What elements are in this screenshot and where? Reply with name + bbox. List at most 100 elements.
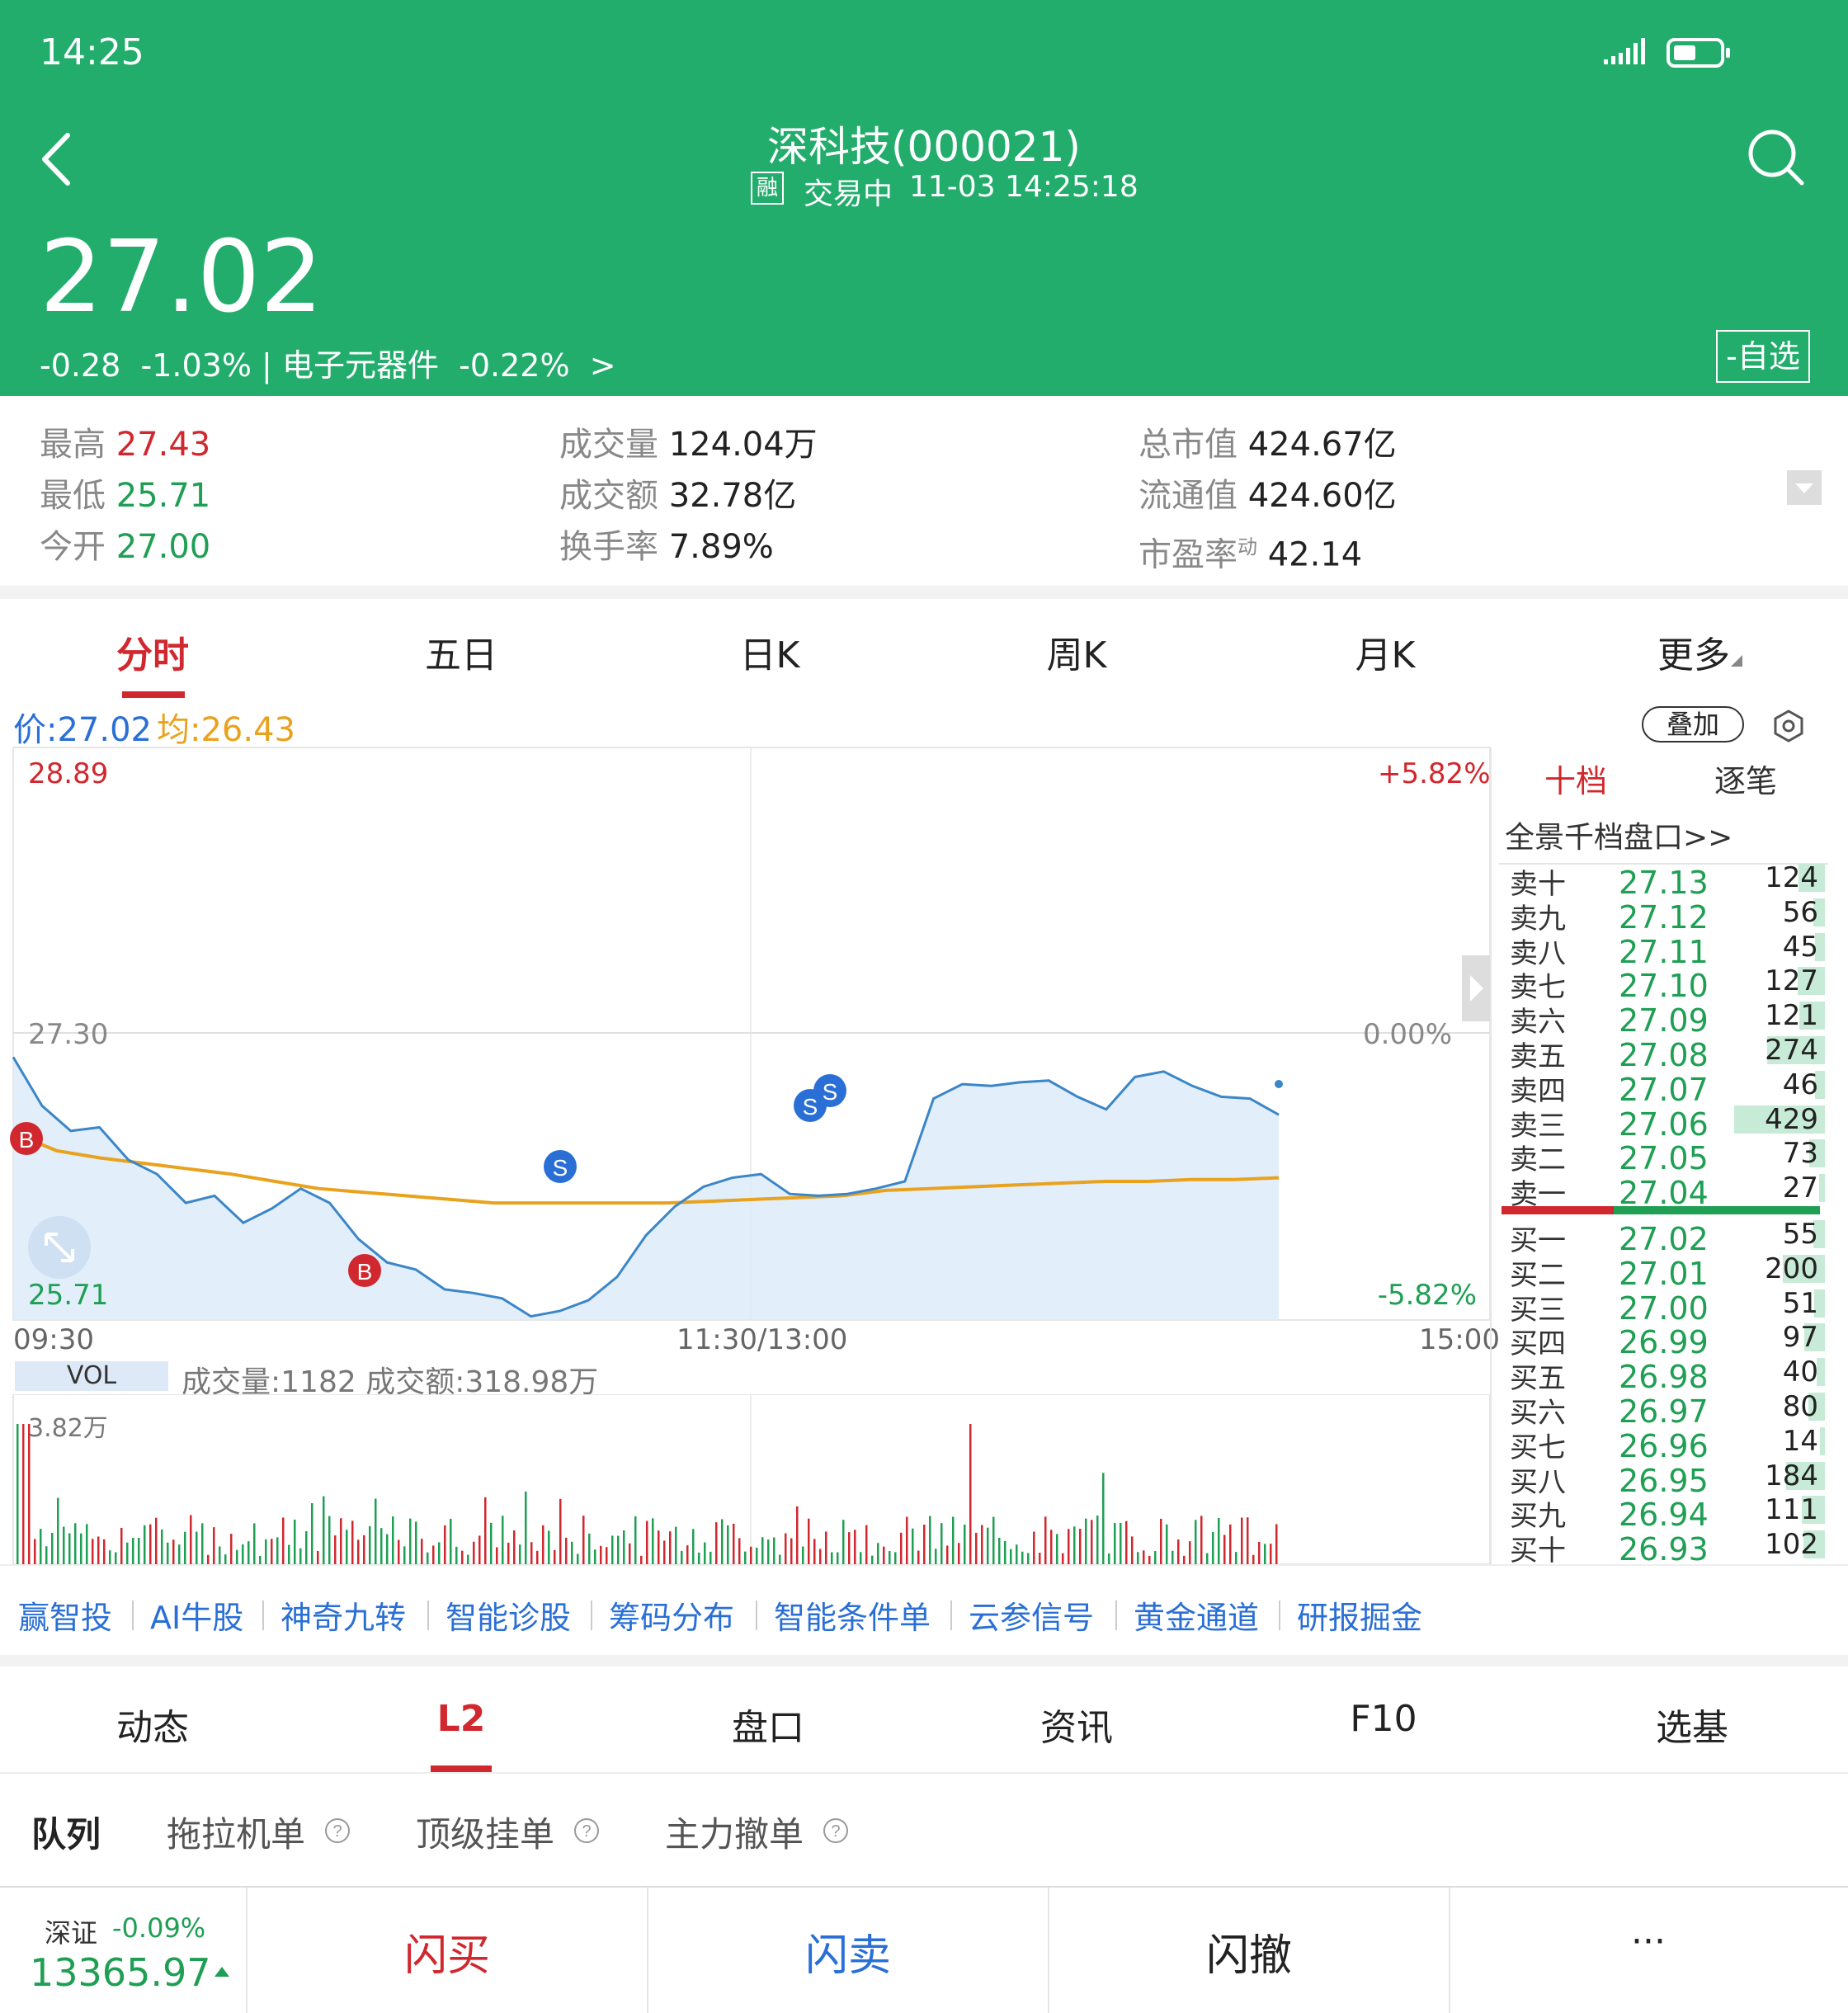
tab-l2[interactable]: L2 (375, 1698, 548, 1740)
flash-buy-button[interactable]: 闪买 (248, 1921, 647, 1982)
vol-tab[interactable]: VOL (15, 1361, 168, 1391)
tab-month-k[interactable]: 月K (1332, 625, 1439, 678)
volume-bar (282, 1517, 285, 1564)
volume-bar (271, 1539, 273, 1564)
tool-link[interactable]: 研报掘金 (1297, 1592, 1422, 1638)
ask-row[interactable]: 卖十 27.13 124 (1500, 861, 1835, 901)
subtab-queue[interactable]: 队列 (31, 1807, 101, 1857)
open-value: 27.00 (116, 528, 211, 566)
volume-bar (611, 1535, 614, 1564)
expand-icon[interactable] (1787, 470, 1822, 505)
volume-bar (478, 1535, 481, 1564)
tab-intraday[interactable]: 分时 (99, 625, 206, 678)
bid-row[interactable]: 买五 26.98 40 (1500, 1355, 1835, 1395)
volume-bar (889, 1551, 891, 1564)
volume-bar (409, 1518, 412, 1564)
sell-marker[interactable]: S (813, 1074, 846, 1107)
flash-cancel-button[interactable]: 闪撤 (1049, 1921, 1449, 1982)
tool-link[interactable]: 筹码分布 (609, 1592, 734, 1638)
help-icon[interactable]: ? (323, 1817, 351, 1845)
bid-row[interactable]: 买三 27.00 51 (1500, 1287, 1835, 1327)
sell-marker[interactable]: S (544, 1150, 577, 1183)
buy-marker[interactable]: B (10, 1122, 43, 1155)
volume-bar (236, 1549, 238, 1564)
orderbook-divider (1490, 747, 1492, 1564)
volume-bar (92, 1539, 94, 1564)
tab-more[interactable]: 更多 (1640, 625, 1747, 678)
pct-max-label: +5.82% (1378, 757, 1491, 790)
tool-link[interactable]: 黄金通道 (1134, 1592, 1259, 1638)
ask-row[interactable]: 卖五 27.08 274 (1500, 1034, 1835, 1073)
volume-bar (981, 1525, 983, 1564)
fullscreen-icon[interactable] (28, 1216, 91, 1279)
collapse-arrow-icon[interactable] (1462, 955, 1490, 1021)
help-icon[interactable]: ? (822, 1817, 850, 1845)
tab-indicator (122, 691, 185, 698)
tool-link[interactable]: 云参信号 (969, 1592, 1094, 1638)
buy-marker[interactable]: B (348, 1254, 381, 1287)
tab-tick-by-tick[interactable]: 逐笔 (1714, 756, 1777, 801)
volume-bar (34, 1539, 36, 1564)
bid-row[interactable]: 买一 27.02 55 (1500, 1218, 1835, 1257)
tool-link[interactable]: AI牛股 (150, 1592, 243, 1638)
tab-f10[interactable]: F10 (1297, 1698, 1470, 1740)
subtab-top-orders[interactable]: 顶级挂单 (416, 1807, 554, 1857)
volume-bar (1154, 1551, 1157, 1564)
tool-link[interactable]: 智能条件单 (774, 1592, 931, 1638)
watchlist-button[interactable]: -自选 (1716, 330, 1810, 383)
volume-bar (1091, 1520, 1093, 1564)
volume-bar (1131, 1536, 1134, 1564)
flash-sell-button[interactable]: 闪卖 (648, 1921, 1048, 1982)
ask-row[interactable]: 卖二 27.05 73 (1500, 1137, 1835, 1176)
help-icon[interactable]: ? (573, 1817, 601, 1845)
volume-bar (248, 1541, 250, 1564)
tool-link[interactable]: 赢智投 (18, 1592, 112, 1638)
detail-tabs: 动态 L2 盘口 资讯 F10 选基 (0, 1666, 1848, 1774)
bid-row[interactable]: 买六 26.97 80 (1500, 1390, 1835, 1430)
tab-fund-select[interactable]: 选基 (1605, 1698, 1779, 1751)
volume-bar (652, 1518, 654, 1564)
search-icon[interactable] (1747, 129, 1807, 188)
high-value: 27.43 (116, 426, 211, 464)
ask-row[interactable]: 卖七 27.10 127 (1500, 964, 1835, 1004)
bid-row[interactable]: 买九 26.94 111 (1500, 1493, 1835, 1533)
full-depth-link[interactable]: 全景千档盘口>> (1505, 813, 1732, 856)
level-volume: 73 (1782, 1137, 1818, 1171)
ask-row[interactable]: 卖一 27.04 27 (1500, 1172, 1835, 1211)
volume-bar (334, 1535, 337, 1564)
subtab-tractor[interactable]: 拖拉机单 (167, 1807, 305, 1857)
bid-row[interactable]: 买七 26.96 14 (1500, 1425, 1835, 1464)
bid-row[interactable]: 买十 26.93 102 (1500, 1528, 1835, 1568)
volume-bar (68, 1533, 71, 1564)
tab-dynamics[interactable]: 动态 (66, 1698, 239, 1751)
ask-row[interactable]: 卖八 27.11 45 (1500, 931, 1835, 970)
index-value[interactable]: 13365.97 (30, 1950, 211, 1995)
overlay-button[interactable]: 叠加 (1642, 706, 1744, 742)
tab-orderbook[interactable]: 盘口 (681, 1698, 855, 1751)
change-line[interactable]: -0.28 -1.03% | 电子元器件 -0.22% > (40, 340, 616, 385)
tab-ten-level[interactable]: 十档 (1544, 756, 1607, 801)
tab-news[interactable]: 资讯 (990, 1698, 1163, 1751)
volume-bar (819, 1549, 822, 1564)
time-end-label: 15:00 (1419, 1323, 1500, 1356)
subtab-main-cancel[interactable]: 主力撤单 (665, 1807, 804, 1857)
volume-bar (242, 1544, 244, 1564)
tool-link[interactable]: 神奇九转 (280, 1592, 406, 1638)
settings-icon[interactable] (1770, 708, 1807, 744)
volume-bar (161, 1529, 163, 1564)
bid-row[interactable]: 买四 26.99 97 (1500, 1321, 1835, 1360)
volume-bar (138, 1538, 140, 1564)
ask-row[interactable]: 卖六 27.09 121 (1500, 999, 1835, 1039)
tab-day-k[interactable]: 日K (716, 625, 823, 678)
tab-week-k[interactable]: 周K (1023, 625, 1130, 678)
bid-row[interactable]: 买二 27.01 200 (1500, 1252, 1835, 1292)
volume-bar (63, 1526, 65, 1564)
ask-row[interactable]: 卖三 27.06 429 (1500, 1103, 1835, 1143)
tool-link[interactable]: 智能诊股 (446, 1592, 571, 1638)
ask-row[interactable]: 卖四 27.07 46 (1500, 1068, 1835, 1108)
volume-bar (357, 1539, 360, 1564)
bid-row[interactable]: 买八 26.95 184 (1500, 1459, 1835, 1499)
more-button[interactable]: ··· (1450, 1921, 1846, 1963)
tab-five-day[interactable]: 五日 (408, 625, 515, 678)
ask-row[interactable]: 卖九 27.12 56 (1500, 896, 1835, 936)
